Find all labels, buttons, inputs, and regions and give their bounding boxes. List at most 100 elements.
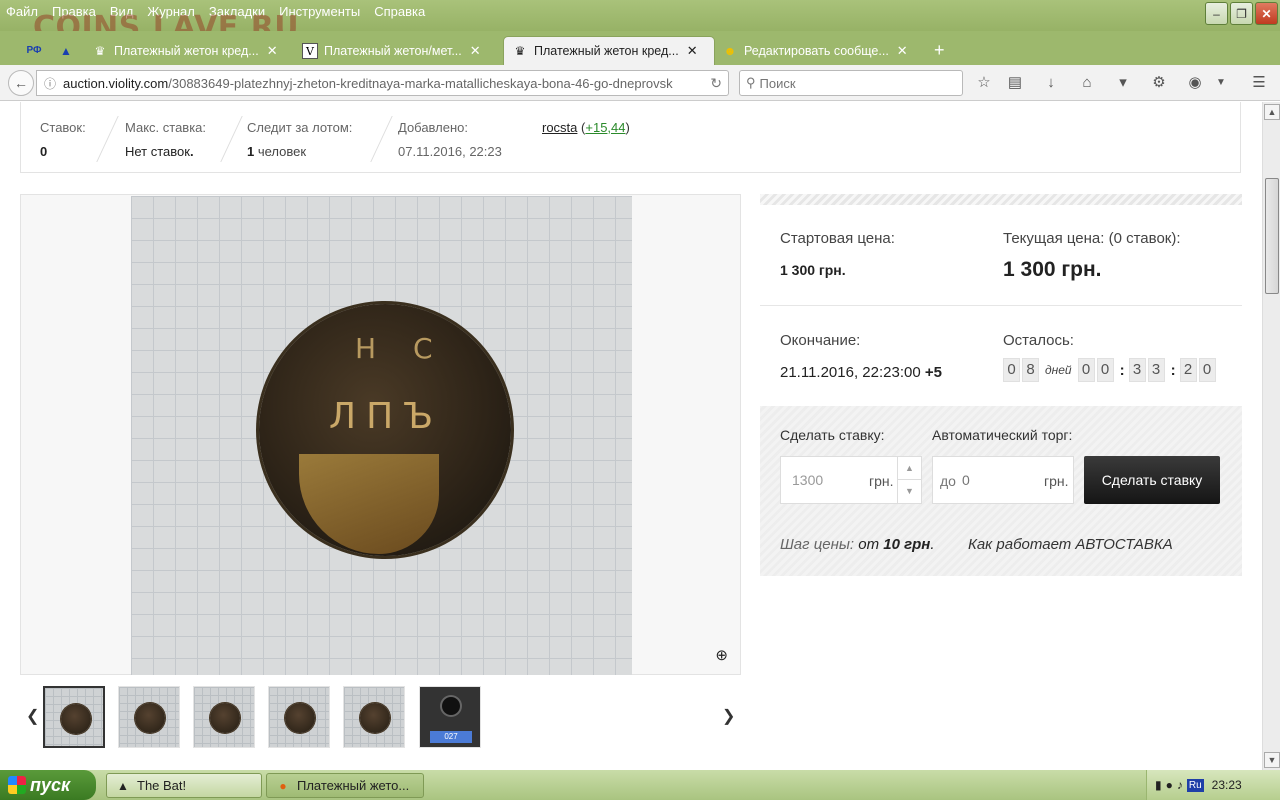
timer-digit: 8	[1022, 358, 1039, 382]
thumbnail-1[interactable]	[43, 686, 105, 748]
thumbnail-3[interactable]	[193, 686, 255, 748]
watchers-count: 1	[247, 144, 255, 159]
reading-list-icon[interactable]: ▤	[1004, 72, 1026, 94]
page-scrollbar[interactable]: ▲ ▼	[1262, 102, 1280, 770]
tab-1[interactable]: ♛ Платежный жетон кред... ✕	[84, 36, 292, 65]
bid-amount-field: грн. ▲ ▼	[780, 456, 922, 504]
crown-icon: ♛	[94, 43, 106, 58]
volume-icon[interactable]: ♪	[1177, 778, 1183, 792]
auto-bid-currency: грн.	[1044, 473, 1069, 489]
bid-currency: грн.	[869, 473, 894, 489]
account-icon[interactable]: ◉	[1184, 72, 1206, 94]
back-button[interactable]: ←	[8, 70, 34, 96]
start-price-label: Стартовая цена:	[780, 230, 895, 247]
tab-4[interactable]: ☻ Редактировать сообще... ✕	[714, 36, 922, 65]
menu-help[interactable]: Справка	[374, 4, 425, 19]
timer-days-label: дней	[1045, 363, 1072, 377]
search-box[interactable]: ⚲	[739, 70, 963, 96]
pinned-tab-rf[interactable]: РФ	[18, 36, 48, 65]
coin-damage	[299, 454, 439, 554]
download-icon[interactable]: ↓	[1040, 72, 1062, 94]
end-label: Окончание:	[780, 332, 861, 349]
stepper-down-icon[interactable]: ▼	[898, 480, 921, 503]
timer-separator: :	[1119, 361, 1125, 379]
added-value: 07.11.2016, 22:23	[398, 144, 502, 159]
scale-reading: 027	[430, 731, 472, 743]
addon-icon[interactable]: ⚙	[1148, 72, 1170, 94]
close-tab-icon[interactable]: ✕	[470, 43, 481, 59]
tab-3-active[interactable]: ♛ Платежный жетон кред... ✕	[503, 36, 715, 65]
smiley-icon: ☻	[723, 43, 737, 58]
bid-panel: Стартовая цена: 1 300 грн. Текущая цена:…	[760, 194, 1242, 576]
clock[interactable]: 23:23	[1212, 778, 1242, 792]
bat-icon: ▲	[117, 778, 129, 793]
divider	[220, 116, 243, 162]
minimize-button[interactable]: –	[1205, 2, 1228, 25]
url-bar[interactable]: ⓘ auction.violity.com/30883649-platezhny…	[36, 70, 729, 96]
end-value: 21.11.2016, 22:23:00	[780, 364, 921, 381]
time-left-label: Осталось:	[1003, 332, 1074, 349]
thumbnail-4[interactable]	[268, 686, 330, 748]
seller-name-link[interactable]: rocsta	[542, 120, 577, 135]
bid-stepper: ▲ ▼	[897, 457, 921, 503]
reload-icon[interactable]: ↻	[710, 75, 722, 92]
site-info-icon[interactable]: ⓘ	[37, 75, 63, 92]
pinned-tab-2[interactable]: ▲	[50, 36, 80, 65]
crown-icon: ♛	[514, 44, 526, 58]
status-icon[interactable]: ●	[1166, 778, 1173, 792]
watchers-stat: Следит за лотом: 1 человек	[247, 120, 352, 159]
start-button[interactable]: пуск	[0, 770, 96, 800]
close-tab-icon[interactable]: ✕	[687, 43, 698, 59]
thumbnail-2[interactable]	[118, 686, 180, 748]
thumbnail-6[interactable]: 027	[419, 686, 481, 748]
thumbnail-strip: ❮ 027 ❯	[20, 684, 741, 750]
current-price-value: 1 300 грн.	[1003, 258, 1102, 281]
close-tab-icon[interactable]: ✕	[267, 43, 278, 59]
lot-stats-bar: Ставок: 0 Макс. ставка: Нет ставок. След…	[20, 102, 1241, 173]
taskbar-item-browser[interactable]: ● Платежный жето...	[266, 773, 424, 798]
watchers-unit: человек	[257, 144, 307, 159]
network-icon[interactable]: ▮	[1155, 778, 1162, 792]
lot-image-viewer: Н С ЛПЪ ⊕	[20, 194, 741, 675]
system-tray: ▮ ● ♪ Ru 23:23	[1146, 770, 1280, 800]
auto-bid-input[interactable]	[962, 472, 1032, 488]
bookmark-star-icon[interactable]: ☆	[973, 72, 995, 94]
zoom-icon[interactable]: ⊕	[715, 646, 728, 664]
thumbnail-5[interactable]	[343, 686, 405, 748]
maximize-button[interactable]: ❐	[1230, 2, 1253, 25]
url-text[interactable]: auction.violity.com/30883649-platezhnyj-…	[63, 76, 693, 91]
max-bid-value: Нет ставок	[125, 144, 190, 159]
bid-amount-input[interactable]	[792, 472, 862, 488]
scroll-up-arrow[interactable]: ▲	[1264, 104, 1280, 120]
max-bid-stat: Макс. ставка: Нет ставок.	[125, 120, 207, 159]
countdown-timer: 0 8 дней 0 0 : 3 3 : 2 0	[1003, 358, 1218, 382]
place-bid-button[interactable]: Сделать ставку	[1084, 456, 1220, 504]
chevron-down-icon[interactable]: ▼	[1210, 72, 1232, 94]
task-label: Платежный жето...	[297, 778, 410, 793]
close-tab-icon[interactable]: ✕	[897, 43, 908, 59]
thumbnails-prev-arrow[interactable]: ❮	[26, 706, 39, 726]
search-icon: ⚲	[746, 75, 756, 90]
close-window-button[interactable]: ✕	[1255, 2, 1278, 25]
home-icon[interactable]: ⌂	[1076, 72, 1098, 94]
make-bid-label: Сделать ставку:	[780, 427, 885, 443]
pocket-icon[interactable]: ▾	[1112, 72, 1134, 94]
stepper-up-icon[interactable]: ▲	[898, 457, 921, 480]
url-host: auction.violity.com	[63, 75, 169, 91]
taskbar-item-thebat[interactable]: ▲ The Bat!	[106, 773, 262, 798]
window-controls: – ❐ ✕	[1205, 2, 1278, 25]
scroll-down-arrow[interactable]: ▼	[1264, 752, 1280, 768]
how-autobid-link[interactable]: Как работает АВТОСТАВКА	[968, 536, 1173, 553]
hamburger-menu-icon[interactable]: ☰	[1248, 72, 1270, 94]
search-input[interactable]	[759, 75, 950, 91]
tab-2[interactable]: V Платежный жетон/мет... ✕	[294, 36, 502, 65]
language-indicator[interactable]: Ru	[1186, 778, 1204, 792]
new-tab-button[interactable]: +	[926, 36, 956, 65]
lot-photo[interactable]: Н С ЛПЪ	[131, 196, 632, 675]
seller-rating-link[interactable]: +15,44	[585, 120, 625, 135]
scroll-thumb[interactable]	[1265, 178, 1279, 294]
thumbnails-next-arrow[interactable]: ❯	[722, 706, 735, 726]
end-timezone: +5	[924, 364, 942, 381]
timer-digit: 0	[1096, 358, 1114, 382]
start-label: пуск	[30, 774, 71, 795]
